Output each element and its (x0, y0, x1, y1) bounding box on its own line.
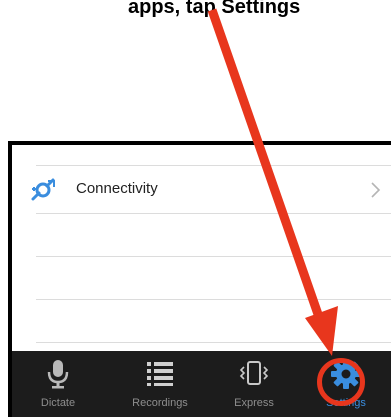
divider (36, 299, 391, 300)
tab-express[interactable]: Express (208, 351, 300, 417)
tab-label: Dictate (40, 397, 76, 409)
tab-recordings[interactable]: Recordings (114, 351, 206, 417)
tab-label: Express (234, 397, 274, 409)
highlight-ring (317, 358, 365, 406)
connectivity-icon (31, 178, 55, 201)
instruction-text: apps, tap Settings (128, 0, 301, 18)
tab-dictate[interactable]: Dictate (12, 351, 104, 417)
microphone-icon (47, 360, 69, 389)
divider (36, 213, 391, 214)
list-item-connectivity[interactable]: Connectivity (12, 167, 391, 213)
instruction-caption: apps, tap Settings (0, 0, 391, 40)
chevron-right-icon (371, 182, 381, 198)
divider (36, 342, 391, 343)
list-icon (147, 362, 173, 386)
phone-vibrate-icon (239, 361, 269, 385)
divider (36, 165, 391, 166)
list-item-label: Connectivity (76, 180, 158, 197)
tab-label: Recordings (132, 397, 188, 409)
settings-list: Connectivity (12, 145, 391, 355)
divider (36, 256, 391, 257)
